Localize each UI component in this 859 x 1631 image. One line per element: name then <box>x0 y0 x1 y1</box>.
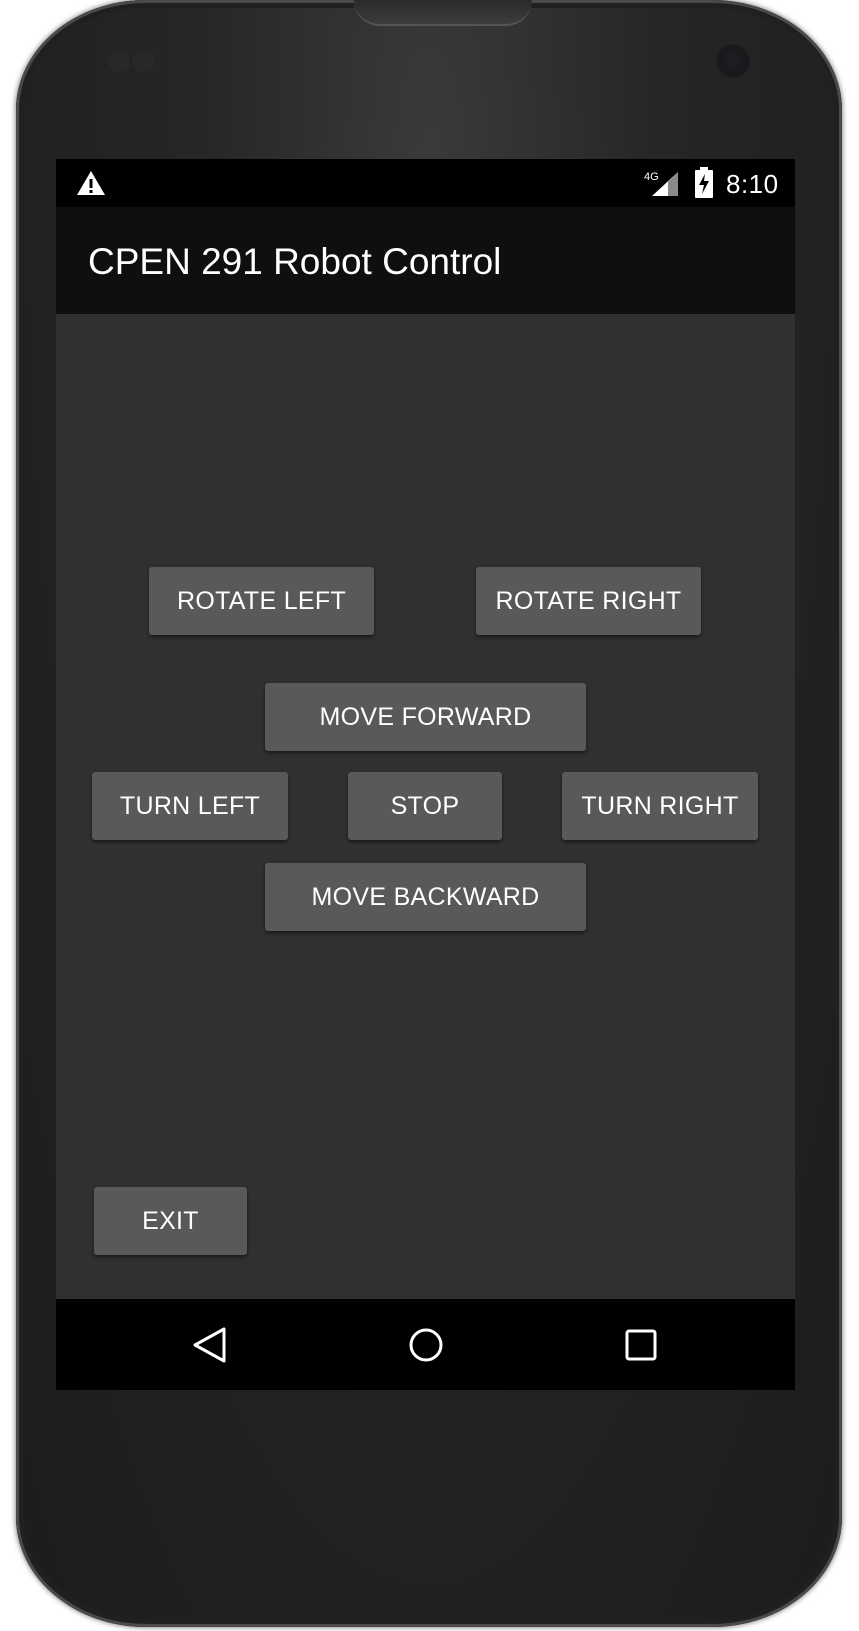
turn-left-button[interactable]: TURN LEFT <box>92 772 288 840</box>
exit-button[interactable]: EXIT <box>94 1187 247 1255</box>
signal-4g-icon: 4G <box>644 171 678 196</box>
proximity-sensor <box>108 50 130 72</box>
recents-icon[interactable] <box>621 1325 661 1365</box>
rotate-right-button[interactable]: ROTATE RIGHT <box>476 567 701 635</box>
status-bar: 4G 8:10 <box>56 159 795 207</box>
action-bar: CPEN 291 Robot Control <box>56 207 795 314</box>
app-title: CPEN 291 Robot Control <box>88 241 502 282</box>
home-icon[interactable] <box>406 1325 446 1365</box>
warning-icon <box>77 171 105 195</box>
earpiece-speaker <box>354 0 532 26</box>
status-clock: 8:10 <box>726 169 779 199</box>
rotate-left-button[interactable]: ROTATE LEFT <box>149 567 374 635</box>
battery-charging-icon <box>695 167 713 198</box>
stop-button[interactable]: STOP <box>348 772 502 840</box>
back-icon[interactable] <box>190 1325 230 1365</box>
turn-right-button[interactable]: TURN RIGHT <box>562 772 758 840</box>
move-backward-button[interactable]: MOVE BACKWARD <box>265 863 586 931</box>
front-camera <box>716 44 750 78</box>
navigation-bar <box>56 1299 795 1390</box>
network-type-label: 4G <box>644 171 659 183</box>
light-sensor <box>132 50 154 72</box>
move-forward-button[interactable]: MOVE FORWARD <box>265 683 586 751</box>
device-screen: 4G 8:10 CPEN 291 Robot Control ROTATE LE… <box>56 159 795 1390</box>
